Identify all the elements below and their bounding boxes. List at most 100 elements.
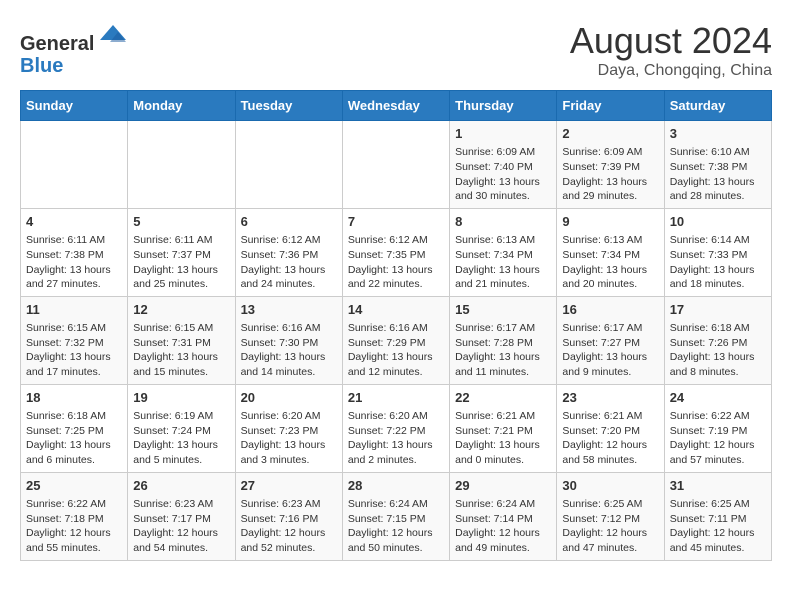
- day-info: Sunrise: 6:23 AM: [241, 497, 337, 512]
- day-info: Sunrise: 6:25 AM: [670, 497, 766, 512]
- day-info: Sunrise: 6:20 AM: [348, 409, 444, 424]
- day-info: Daylight: 12 hours and 49 minutes.: [455, 526, 551, 555]
- day-info: Sunset: 7:32 PM: [26, 336, 122, 351]
- calendar-cell: 10Sunrise: 6:14 AMSunset: 7:33 PMDayligh…: [664, 208, 771, 296]
- day-number: 13: [241, 301, 337, 319]
- day-number: 21: [348, 389, 444, 407]
- day-info: Sunset: 7:39 PM: [562, 160, 658, 175]
- day-info: Sunset: 7:12 PM: [562, 512, 658, 527]
- day-info: Sunset: 7:15 PM: [348, 512, 444, 527]
- day-number: 7: [348, 213, 444, 231]
- calendar-week-3: 11Sunrise: 6:15 AMSunset: 7:32 PMDayligh…: [21, 296, 772, 384]
- day-info: Sunrise: 6:11 AM: [133, 233, 229, 248]
- day-info: Sunset: 7:30 PM: [241, 336, 337, 351]
- logo-icon: [98, 20, 128, 50]
- day-info: Sunrise: 6:18 AM: [670, 321, 766, 336]
- day-info: Sunrise: 6:16 AM: [348, 321, 444, 336]
- day-info: Daylight: 13 hours and 5 minutes.: [133, 438, 229, 467]
- calendar-table: SundayMondayTuesdayWednesdayThursdayFrid…: [20, 90, 772, 561]
- page-title: August 2024: [570, 20, 772, 62]
- calendar-cell: 22Sunrise: 6:21 AMSunset: 7:21 PMDayligh…: [450, 384, 557, 472]
- day-info: Daylight: 13 hours and 21 minutes.: [455, 263, 551, 292]
- day-info: Sunrise: 6:14 AM: [670, 233, 766, 248]
- calendar-week-4: 18Sunrise: 6:18 AMSunset: 7:25 PMDayligh…: [21, 384, 772, 472]
- day-info: Sunrise: 6:17 AM: [455, 321, 551, 336]
- calendar-cell: [342, 121, 449, 209]
- day-info: Sunset: 7:18 PM: [26, 512, 122, 527]
- day-number: 31: [670, 477, 766, 495]
- day-info: Sunset: 7:17 PM: [133, 512, 229, 527]
- day-info: Sunset: 7:19 PM: [670, 424, 766, 439]
- day-info: Sunrise: 6:13 AM: [562, 233, 658, 248]
- day-info: Sunset: 7:28 PM: [455, 336, 551, 351]
- calendar-cell: 8Sunrise: 6:13 AMSunset: 7:34 PMDaylight…: [450, 208, 557, 296]
- day-info: Sunrise: 6:09 AM: [455, 145, 551, 160]
- day-number: 15: [455, 301, 551, 319]
- day-number: 30: [562, 477, 658, 495]
- day-info: Daylight: 13 hours and 2 minutes.: [348, 438, 444, 467]
- day-number: 27: [241, 477, 337, 495]
- day-info: Sunset: 7:21 PM: [455, 424, 551, 439]
- day-info: Sunset: 7:40 PM: [455, 160, 551, 175]
- day-info: Daylight: 13 hours and 30 minutes.: [455, 175, 551, 204]
- header-cell-tuesday: Tuesday: [235, 91, 342, 121]
- day-info: Sunset: 7:23 PM: [241, 424, 337, 439]
- calendar-cell: 25Sunrise: 6:22 AMSunset: 7:18 PMDayligh…: [21, 472, 128, 560]
- day-info: Daylight: 13 hours and 12 minutes.: [348, 350, 444, 379]
- day-info: Daylight: 13 hours and 20 minutes.: [562, 263, 658, 292]
- day-info: Sunset: 7:20 PM: [562, 424, 658, 439]
- day-info: Sunset: 7:37 PM: [133, 248, 229, 263]
- calendar-cell: 28Sunrise: 6:24 AMSunset: 7:15 PMDayligh…: [342, 472, 449, 560]
- calendar-cell: 18Sunrise: 6:18 AMSunset: 7:25 PMDayligh…: [21, 384, 128, 472]
- day-info: Sunset: 7:36 PM: [241, 248, 337, 263]
- day-number: 9: [562, 213, 658, 231]
- day-info: Sunset: 7:31 PM: [133, 336, 229, 351]
- day-number: 11: [26, 301, 122, 319]
- calendar-cell: [235, 121, 342, 209]
- day-info: Sunrise: 6:24 AM: [455, 497, 551, 512]
- day-info: Sunset: 7:14 PM: [455, 512, 551, 527]
- day-info: Sunrise: 6:13 AM: [455, 233, 551, 248]
- day-number: 24: [670, 389, 766, 407]
- day-info: Daylight: 13 hours and 0 minutes.: [455, 438, 551, 467]
- day-info: Sunset: 7:11 PM: [670, 512, 766, 527]
- day-info: Sunrise: 6:22 AM: [26, 497, 122, 512]
- day-info: Sunset: 7:34 PM: [455, 248, 551, 263]
- day-info: Daylight: 13 hours and 11 minutes.: [455, 350, 551, 379]
- page-header: General Blue August 2024 Daya, Chongqing…: [20, 20, 772, 80]
- calendar-cell: 12Sunrise: 6:15 AMSunset: 7:31 PMDayligh…: [128, 296, 235, 384]
- day-info: Sunrise: 6:17 AM: [562, 321, 658, 336]
- header-cell-thursday: Thursday: [450, 91, 557, 121]
- day-number: 2: [562, 125, 658, 143]
- calendar-cell: 5Sunrise: 6:11 AMSunset: 7:37 PMDaylight…: [128, 208, 235, 296]
- day-number: 10: [670, 213, 766, 231]
- day-info: Sunset: 7:35 PM: [348, 248, 444, 263]
- title-block: August 2024 Daya, Chongqing, China: [570, 20, 772, 80]
- calendar-cell: 3Sunrise: 6:10 AMSunset: 7:38 PMDaylight…: [664, 121, 771, 209]
- day-info: Daylight: 12 hours and 50 minutes.: [348, 526, 444, 555]
- day-number: 29: [455, 477, 551, 495]
- calendar-cell: 26Sunrise: 6:23 AMSunset: 7:17 PMDayligh…: [128, 472, 235, 560]
- calendar-cell: 30Sunrise: 6:25 AMSunset: 7:12 PMDayligh…: [557, 472, 664, 560]
- day-info: Daylight: 12 hours and 54 minutes.: [133, 526, 229, 555]
- calendar-cell: 23Sunrise: 6:21 AMSunset: 7:20 PMDayligh…: [557, 384, 664, 472]
- calendar-cell: 20Sunrise: 6:20 AMSunset: 7:23 PMDayligh…: [235, 384, 342, 472]
- day-info: Daylight: 13 hours and 24 minutes.: [241, 263, 337, 292]
- calendar-cell: [21, 121, 128, 209]
- day-info: Sunrise: 6:09 AM: [562, 145, 658, 160]
- day-info: Sunrise: 6:15 AM: [133, 321, 229, 336]
- calendar-header: SundayMondayTuesdayWednesdayThursdayFrid…: [21, 91, 772, 121]
- day-info: Daylight: 12 hours and 47 minutes.: [562, 526, 658, 555]
- day-info: Sunset: 7:38 PM: [670, 160, 766, 175]
- logo: General Blue: [20, 20, 128, 77]
- day-info: Sunrise: 6:16 AM: [241, 321, 337, 336]
- calendar-cell: 19Sunrise: 6:19 AMSunset: 7:24 PMDayligh…: [128, 384, 235, 472]
- logo-general: General: [20, 33, 94, 55]
- day-info: Sunrise: 6:18 AM: [26, 409, 122, 424]
- calendar-body: 1Sunrise: 6:09 AMSunset: 7:40 PMDaylight…: [21, 121, 772, 561]
- day-info: Sunset: 7:33 PM: [670, 248, 766, 263]
- day-info: Daylight: 13 hours and 17 minutes.: [26, 350, 122, 379]
- day-info: Daylight: 12 hours and 55 minutes.: [26, 526, 122, 555]
- day-info: Daylight: 13 hours and 15 minutes.: [133, 350, 229, 379]
- day-info: Daylight: 12 hours and 58 minutes.: [562, 438, 658, 467]
